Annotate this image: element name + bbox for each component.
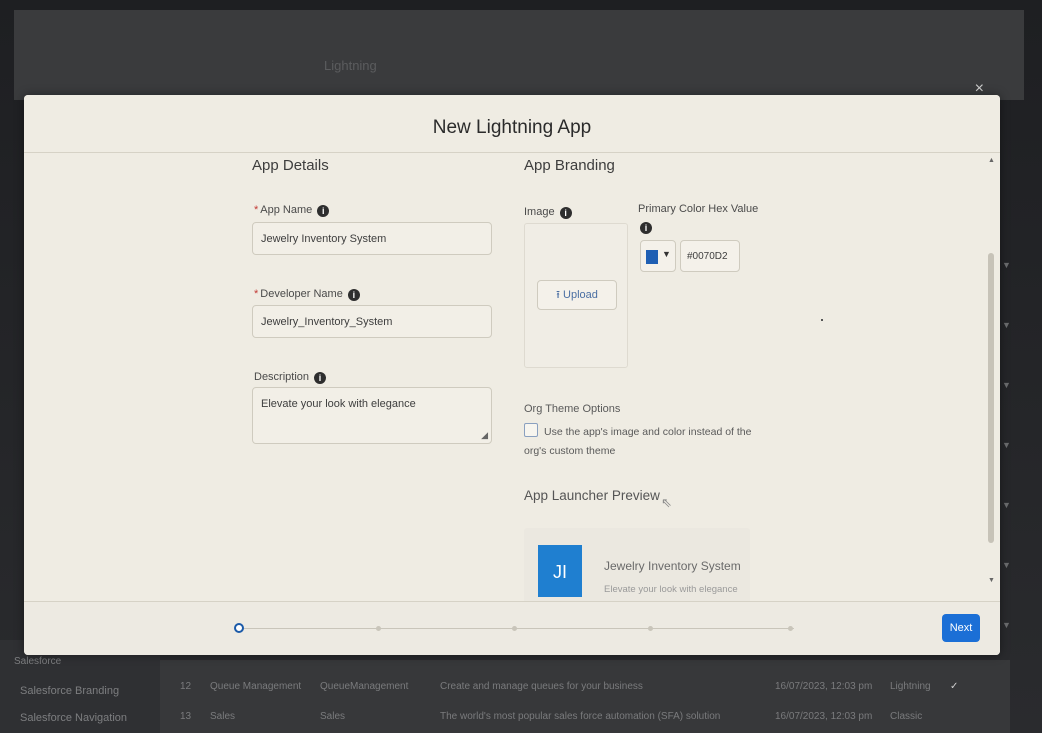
chevron-down-icon[interactable]: ▼	[1002, 260, 1011, 270]
scrollbar-thumb[interactable]	[988, 253, 994, 543]
upload-label: Upload	[563, 289, 598, 301]
new-lightning-app-modal: New Lightning App App Details * App Name i…	[24, 95, 1000, 655]
progress-step-1	[234, 623, 244, 633]
row-date: 16/07/2023, 12:03 pm	[775, 681, 873, 692]
preview-app-name: Jewelry Inventory System	[604, 559, 741, 573]
chevron-down-icon[interactable]: ▼	[1002, 320, 1011, 330]
table-row[interactable]: 13 Sales Sales The world's most popular …	[160, 702, 1010, 732]
row-index: 12	[180, 681, 192, 692]
chevron-down-icon[interactable]: ▼	[1002, 500, 1011, 510]
sidebar-item-navigation[interactable]: Salesforce Navigation	[20, 712, 127, 724]
modal-header: New Lightning App	[24, 95, 1000, 153]
info-icon[interactable]: i	[314, 372, 327, 384]
scroll-up-icon[interactable]: ▲	[988, 157, 995, 164]
org-theme-checkbox[interactable]	[524, 423, 538, 437]
app-name-label-text: App Name	[260, 204, 313, 216]
row-index: 13	[180, 711, 192, 722]
app-launcher-preview-heading: App Launcher Preview	[524, 488, 660, 503]
info-icon[interactable]: i	[640, 222, 652, 234]
image-label-text: Image	[524, 206, 555, 218]
org-theme-options-label: Org Theme Options	[524, 403, 621, 415]
developer-name-input[interactable]: Jewelry_Inventory_System	[252, 305, 492, 338]
org-theme-checkbox-label: Use the app's image and color instead of…	[524, 426, 752, 457]
row-developer-name: Sales	[320, 711, 346, 722]
primary-color-hex-input[interactable]: #0070D2	[680, 240, 740, 272]
background-header: Lightning ×	[14, 10, 1024, 100]
row-app-name: Queue Management	[210, 681, 302, 692]
app-details-heading: App Details	[252, 157, 329, 174]
info-icon[interactable]: i	[317, 205, 330, 217]
row-date: 16/07/2023, 12:03 pm	[775, 711, 873, 722]
description-value: Elevate your look with elegance	[261, 398, 416, 410]
row-app-name: Sales	[210, 711, 236, 722]
check-icon: ✓	[950, 681, 959, 692]
progress-step-2	[376, 626, 381, 631]
sidebar-item-branding[interactable]: Salesforce Branding	[20, 685, 119, 697]
chevron-down-icon[interactable]: ▼	[1002, 380, 1011, 390]
mouse-cursor-icon: ⇖	[661, 495, 672, 510]
developer-name-label-text: Developer Name	[260, 288, 343, 300]
image-label: Image i	[524, 206, 572, 219]
progress-step-3	[512, 626, 517, 631]
info-icon[interactable]: i	[347, 289, 360, 301]
stray-dot	[821, 319, 823, 321]
background-table: 12 Queue Management QueueManagement Crea…	[160, 660, 1010, 733]
modal-scrollbar[interactable]: ▲ ▼	[986, 153, 996, 593]
color-picker-button[interactable]: ▼	[640, 240, 676, 272]
row-developer-name: QueueManagement	[320, 681, 409, 692]
chevron-down-icon[interactable]: ▼	[1002, 620, 1011, 630]
description-label: Description i	[254, 371, 327, 384]
app-name-input[interactable]: Jewelry Inventory System	[252, 222, 492, 255]
upload-icon: ⭱	[556, 289, 560, 301]
upload-button[interactable]: ⭱ Upload	[537, 280, 617, 310]
chevron-down-icon[interactable]: ▼	[1002, 440, 1011, 450]
sidebar-section-label: Salesforce	[14, 656, 62, 667]
description-textarea[interactable]: Elevate your look with elegance ◢	[252, 387, 492, 444]
progress-step-5	[788, 626, 793, 631]
modal-title: New Lightning App	[432, 117, 592, 138]
row-type: Classic	[890, 711, 923, 722]
app-name-label: * App Name i	[254, 204, 330, 217]
next-button[interactable]: Next	[942, 614, 980, 642]
table-row[interactable]: 12 Queue Management QueueManagement Crea…	[160, 672, 1010, 702]
row-type: Lightning	[890, 681, 931, 692]
image-upload-area[interactable]: ⭱ Upload	[524, 223, 628, 368]
scroll-down-icon[interactable]: ▼	[988, 577, 995, 584]
chevron-down-icon[interactable]: ▼	[1002, 560, 1011, 570]
caret-down-icon: ▼	[662, 249, 671, 259]
info-icon[interactable]: i	[559, 207, 572, 219]
preview-app-description: Elevate your look with elegance	[604, 584, 738, 595]
color-swatch	[646, 250, 658, 264]
app-tile-icon: JI	[538, 545, 582, 597]
modal-footer: Next	[24, 601, 1000, 655]
developer-name-label: * Developer Name i	[254, 288, 360, 301]
description-label-text: Description	[254, 371, 310, 383]
row-description: The world's most popular sales force aut…	[440, 711, 721, 722]
resize-handle-icon[interactable]: ◢	[481, 430, 488, 441]
background-header-title: Lightning	[324, 58, 377, 73]
progress-step-4	[648, 626, 653, 631]
primary-color-label: Primary Color Hex Value	[638, 203, 759, 215]
row-description: Create and manage queues for your busine…	[440, 681, 643, 692]
app-branding-heading: App Branding	[524, 157, 615, 174]
